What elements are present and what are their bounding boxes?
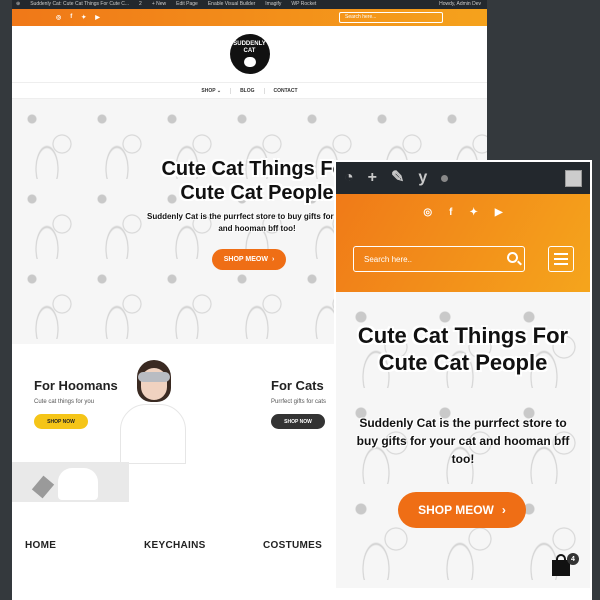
wp-howdy-link[interactable]: Howdy, Admin Dev (439, 0, 481, 9)
facebook-icon[interactable]: f (70, 14, 72, 21)
category-sub-hoomans: Cute cat things for you (34, 399, 95, 405)
footer-link-home[interactable]: HOME (25, 540, 56, 551)
search-icon[interactable] (507, 252, 518, 263)
wp-comments[interactable]: 2 (139, 0, 142, 9)
mobile-hero-title: Cute Cat Things For Cute Cat People (357, 323, 569, 375)
plus-icon[interactable]: + (368, 170, 377, 186)
wp-rocket-link[interactable]: WP Rocket (291, 0, 316, 9)
hamburger-menu-icon[interactable] (548, 246, 574, 272)
shop-meow-label: SHOP MEOW (223, 256, 268, 263)
youtube-icon[interactable]: ▶ (495, 207, 503, 218)
nav-item-blog[interactable]: BLOG (231, 87, 265, 94)
mobile-search-placeholder: Search here.. (364, 254, 413, 264)
footer-link-costumes[interactable]: COSTUMES (263, 540, 322, 551)
shop-now-hoomans-button[interactable]: SHOP NOW (34, 414, 88, 429)
facebook-icon[interactable]: f (449, 207, 452, 218)
mobile-hero-section: Cute Cat Things For Cute Cat People Sudd… (336, 292, 590, 588)
site-header: SUDDENLY CAT (12, 26, 487, 82)
shop-meow-button[interactable]: SHOP MEOW › (212, 249, 286, 270)
nav-item-contact[interactable]: CONTACT (265, 88, 307, 94)
category-title-cats: For Cats (271, 378, 324, 393)
cat-product-image (12, 462, 129, 502)
wp-new-link[interactable]: + New (152, 0, 166, 9)
mobile-shop-meow-button[interactable]: SHOP MEOW › (398, 492, 526, 528)
pencil-icon[interactable]: ✎ (391, 170, 404, 186)
chevron-right-icon: › (501, 503, 506, 517)
mobile-admin-bar: ◔ + ✎ y (336, 162, 590, 194)
woman-sleep-mask-image (120, 360, 186, 464)
search-input[interactable]: Search here... (339, 12, 443, 23)
youtube-icon[interactable]: ▶ (95, 14, 100, 21)
mobile-shop-meow-label: SHOP MEOW (418, 503, 494, 517)
avatar[interactable] (565, 169, 582, 187)
dashboard-icon[interactable]: ◔ (344, 170, 354, 186)
wp-visual-builder-link[interactable]: Enable Visual Builder (208, 0, 255, 9)
wp-admin-bar: ⊕ Suddenly Cat: Cute Cat Things For Cute… (12, 0, 487, 9)
cart-count-badge: 4 (567, 553, 579, 565)
wp-logo-icon[interactable]: ⊕ (16, 0, 20, 9)
twitter-icon[interactable]: ✦ (81, 14, 86, 21)
yoast-icon[interactable]: y (418, 170, 427, 186)
nav-item-shop[interactable]: SHOP ⌄ (192, 87, 232, 94)
mobile-search-input[interactable]: Search here.. (353, 246, 525, 272)
cart-icon[interactable]: 4 (552, 553, 579, 576)
wp-edit-page-link[interactable]: Edit Page (176, 0, 198, 9)
site-logo[interactable]: SUDDENLY CAT (229, 34, 270, 74)
category-sub-cats: Purrfect gifts for cats (271, 399, 327, 405)
shop-now-cats-button[interactable]: SHOP NOW (271, 414, 325, 429)
main-nav: SHOP ⌄ BLOG CONTACT (12, 82, 487, 99)
footer-link-keychains[interactable]: KEYCHAINS (144, 540, 206, 551)
category-title-hoomans: For Hoomans (34, 378, 118, 393)
top-bar: ◎ f ✦ ▶ Search here... (12, 9, 487, 26)
mobile-preview: ◔ + ✎ y ◎ f ✦ ▶ Search here.. Cute Cat T… (334, 160, 592, 600)
social-links: ◎ f ✦ ▶ (56, 14, 100, 21)
mobile-top-bar: ◎ f ✦ ▶ Search here.. (336, 194, 590, 292)
mobile-social-links: ◎ f ✦ ▶ (336, 207, 590, 218)
instagram-icon[interactable]: ◎ (423, 207, 432, 218)
status-dot-icon (441, 174, 449, 182)
chevron-right-icon: › (271, 256, 275, 263)
mobile-hero-subtitle: Suddenly Cat is the purrfect store to bu… (356, 416, 570, 466)
wp-imagify-link[interactable]: Imagify (265, 0, 281, 9)
cat-face-icon (243, 57, 256, 67)
twitter-icon[interactable]: ✦ (469, 207, 477, 218)
wp-site-link[interactable]: Suddenly Cat: Cute Cat Things For Cute C… (30, 0, 129, 9)
instagram-icon[interactable]: ◎ (56, 14, 61, 21)
logo-text: SUDDENLY CAT (233, 41, 266, 54)
